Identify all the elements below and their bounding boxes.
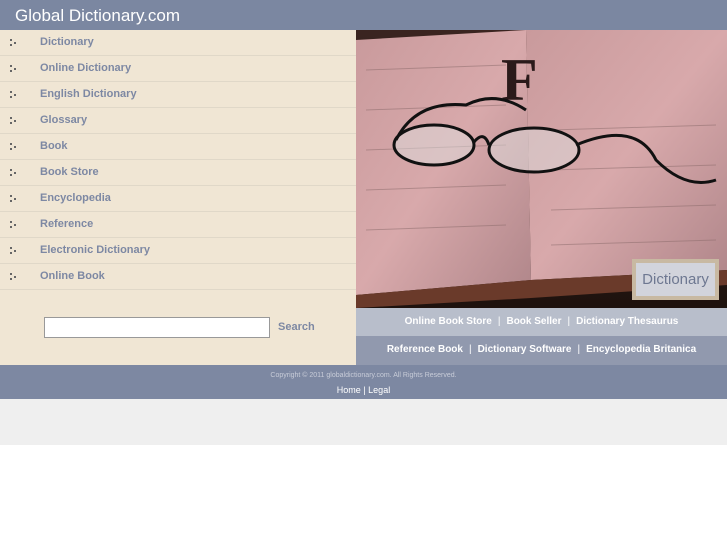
sidebar-item[interactable]: Reference — [0, 212, 356, 238]
sidebar-item-label: Book Store — [40, 166, 99, 178]
footer-link-legal[interactable]: Legal — [368, 385, 390, 395]
nav-link[interactable]: Encyclopedia Britanica — [586, 344, 696, 355]
sidebar-item[interactable]: Book — [0, 134, 356, 160]
sidebar-item-label: English Dictionary — [40, 88, 137, 100]
bottom-band — [0, 399, 727, 445]
sidebar-item[interactable]: Electronic Dictionary — [0, 238, 356, 264]
header: Global Dictionary.com — [0, 0, 727, 30]
nav-link[interactable]: Dictionary Software — [478, 344, 572, 355]
links-row-2: Reference Book | Dictionary Software | Encyc… — [356, 336, 727, 365]
copyright: Copyright © 2011 globaldictionary.com. A… — [270, 372, 457, 379]
badge-label: Dictionary — [636, 263, 715, 296]
sidebar-item-label: Book — [40, 140, 68, 152]
separator: | — [567, 316, 571, 327]
sidebar: Dictionary Online Dictionary English Dicti… — [0, 30, 356, 365]
bullet-icon — [10, 39, 18, 47]
sidebar-item[interactable]: Online Book — [0, 264, 356, 290]
nav-link[interactable]: Reference Book — [387, 344, 463, 355]
bullet-icon — [10, 65, 18, 73]
footer: Copyright © 2011 globaldictionary.com. A… — [0, 365, 727, 399]
nav-link[interactable]: Book Seller — [506, 316, 561, 327]
sidebar-item[interactable]: English Dictionary — [0, 82, 356, 108]
bullet-icon — [10, 143, 18, 151]
sidebar-item[interactable]: Glossary — [0, 108, 356, 134]
sidebar-item[interactable]: Dictionary — [0, 30, 356, 56]
sidebar-menu: Dictionary Online Dictionary English Dicti… — [0, 30, 356, 290]
bullet-icon — [10, 221, 18, 229]
sidebar-item-label: Dictionary — [40, 36, 94, 48]
site-title: Global Dictionary.com — [15, 6, 181, 25]
search-input[interactable] — [44, 317, 270, 338]
bullet-icon — [10, 91, 18, 99]
bullet-icon — [10, 169, 18, 177]
sidebar-item-label: Encyclopedia — [40, 192, 111, 204]
sidebar-item-label: Online Book — [40, 270, 105, 282]
sidebar-item-label: Electronic Dictionary — [40, 244, 151, 256]
separator: | — [577, 344, 581, 355]
separator: | — [497, 316, 501, 327]
bullet-icon — [10, 247, 18, 255]
sidebar-item-label: Online Dictionary — [40, 62, 132, 74]
sidebar-item-label: Glossary — [40, 114, 88, 126]
separator: | — [468, 344, 472, 355]
nav-link[interactable]: Online Book Store — [405, 316, 492, 327]
links-row-1: Online Book Store | Book Seller | Dictionary… — [356, 308, 727, 336]
nav-link[interactable]: Dictionary Thesaurus — [576, 316, 678, 327]
sidebar-item[interactable]: Book Store — [0, 160, 356, 186]
dictionary-badge: Dictionary — [632, 259, 719, 300]
svg-text:F: F — [501, 47, 538, 113]
bullet-icon — [10, 273, 18, 281]
footer-link-home[interactable]: Home — [337, 385, 361, 395]
bullet-icon — [10, 117, 18, 125]
bullet-icon — [10, 195, 18, 203]
separator: | — [363, 385, 366, 395]
sidebar-item[interactable]: Encyclopedia — [0, 186, 356, 212]
search-button[interactable]: Search — [278, 321, 315, 333]
sidebar-item-label: Reference — [40, 218, 94, 230]
sidebar-item[interactable]: Online Dictionary — [0, 56, 356, 82]
